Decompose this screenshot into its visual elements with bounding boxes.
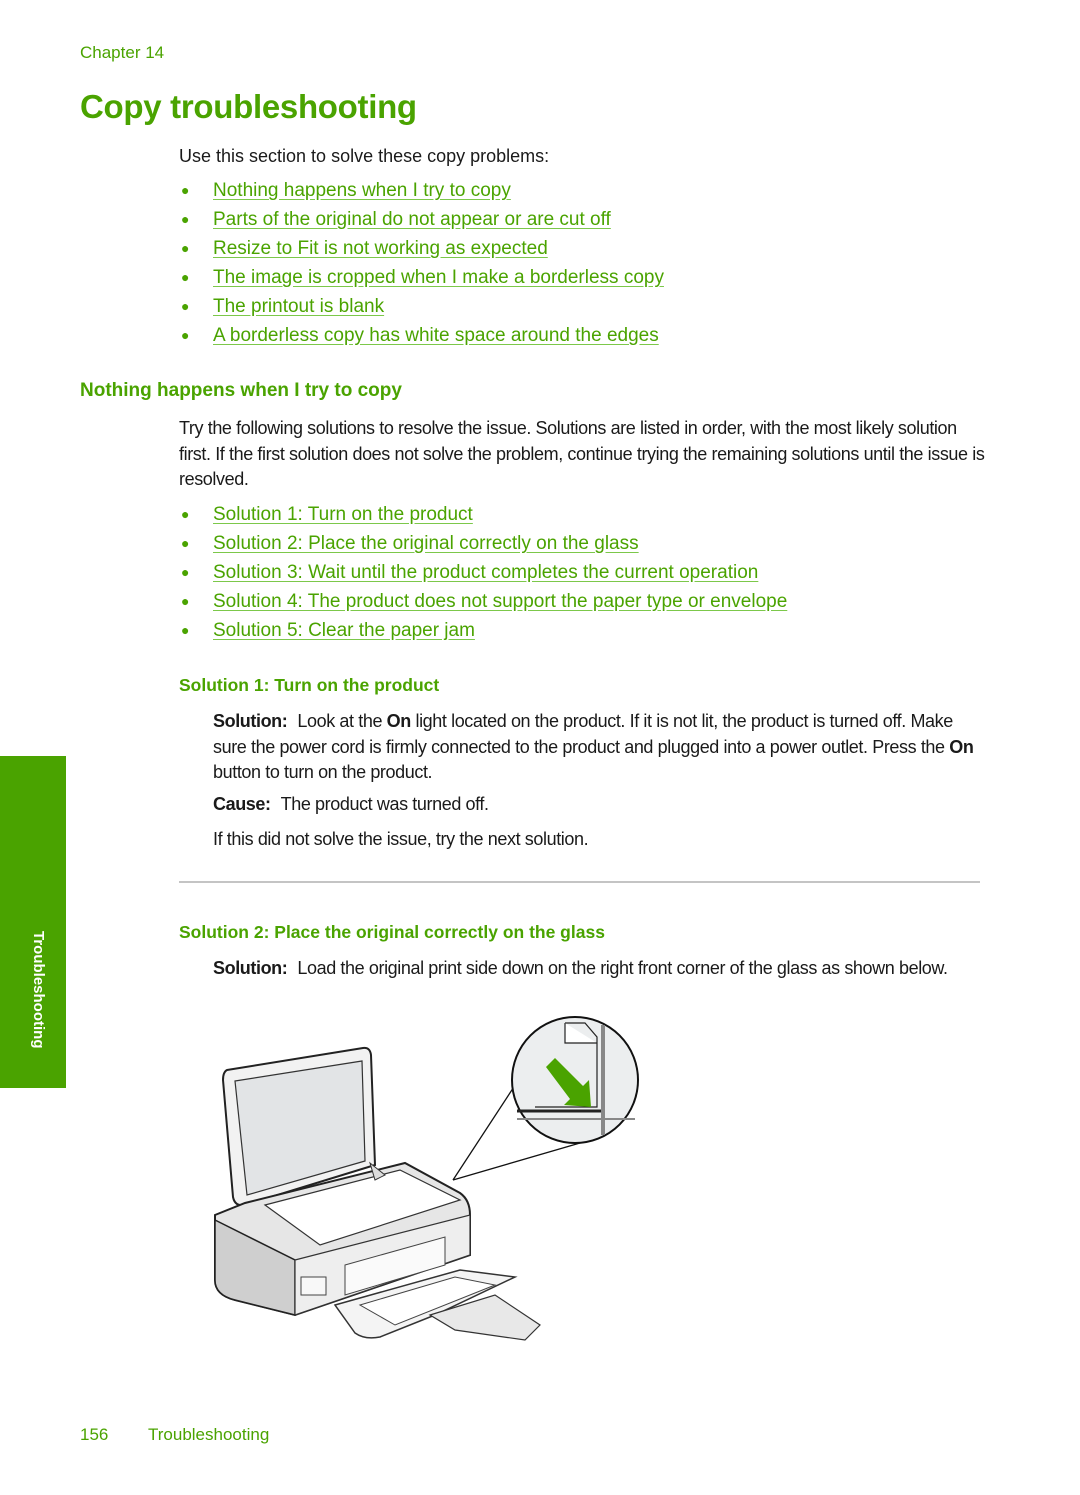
solution-link[interactable]: Solution 1: Turn on the product — [213, 504, 473, 525]
solution2-text: Solution: Load the original print side do… — [213, 956, 988, 982]
list-item: ● Solution 1: Turn on the product — [179, 500, 787, 529]
topic-link[interactable]: Parts of the original do not appear or a… — [213, 209, 611, 230]
cause-text: The product was turned off. — [280, 794, 489, 814]
list-item: ● A borderless copy has white space aroun… — [179, 321, 664, 350]
solution2-heading: Solution 2: Place the original correctly… — [179, 922, 605, 942]
topic-link[interactable]: Resize to Fit is not working as expected — [213, 238, 548, 259]
solution1-text: Solution: Look at the On light located on… — [213, 709, 988, 786]
side-tab-label: Troubleshooting — [30, 931, 47, 1049]
page-title: Copy troubleshooting — [80, 88, 417, 125]
bullet-icon: ● — [181, 535, 190, 551]
side-tab: Troubleshooting — [0, 756, 66, 1088]
on-keyword: On — [949, 736, 974, 757]
bullet-icon: ● — [181, 240, 190, 256]
cause-label: Cause: — [213, 794, 271, 814]
list-item: ● Solution 5: Clear the paper jam — [179, 616, 787, 645]
topic-link[interactable]: A borderless copy has white space around… — [213, 325, 659, 346]
solution-text: Look at the — [297, 711, 387, 731]
topic-link[interactable]: The printout is blank — [213, 296, 384, 317]
printer-illustration — [205, 1015, 645, 1345]
list-item: ● The image is cropped when I make a bord… — [179, 263, 664, 292]
list-item: ● The printout is blank — [179, 292, 664, 321]
solution-link[interactable]: Solution 4: The product does not support… — [213, 591, 787, 612]
section-heading: Nothing happens when I try to copy — [80, 380, 402, 401]
solution-label: Solution: — [213, 958, 288, 978]
intro-text: Use this section to solve these copy pro… — [179, 146, 550, 166]
solution-link[interactable]: Solution 2: Place the original correctly… — [213, 533, 639, 554]
section-divider — [179, 881, 980, 883]
list-item: ● Solution 4: The product does not suppor… — [179, 587, 787, 616]
bullet-icon: ● — [181, 506, 190, 522]
bullet-icon: ● — [181, 327, 190, 343]
bullet-icon: ● — [181, 622, 190, 638]
page-number: 156 — [80, 1425, 109, 1444]
solution-text: button to turn on the product. — [213, 762, 433, 782]
solution-link[interactable]: Solution 3: Wait until the product compl… — [213, 562, 758, 583]
bullet-icon: ● — [181, 182, 190, 198]
list-item: ● Solution 2: Place the original correctl… — [179, 529, 787, 558]
topic-links-list: ● Nothing happens when I try to copy ● Par… — [179, 176, 664, 350]
list-item: ● Resize to Fit is not working as expecte… — [179, 234, 664, 263]
topic-link[interactable]: Nothing happens when I try to copy — [213, 180, 511, 201]
next-solution-note: If this did not solve the issue, try the… — [213, 829, 589, 849]
solution-text: Load the original print side down on the… — [297, 958, 948, 978]
solution-label: Solution: — [213, 711, 288, 731]
solution-link[interactable]: Solution 5: Clear the paper jam — [213, 620, 475, 641]
magnifier-callout — [511, 1016, 639, 1144]
footer-section: Troubleshooting — [148, 1425, 270, 1444]
solution1-cause: Cause: The product was turned off. — [213, 794, 489, 815]
topic-link[interactable]: The image is cropped when I make a borde… — [213, 267, 664, 288]
solution-links-list: ● Solution 1: Turn on the product ● Soluti… — [179, 500, 787, 645]
bullet-icon: ● — [181, 298, 190, 314]
on-keyword: On — [386, 711, 412, 731]
chapter-label: Chapter 14 — [80, 43, 165, 62]
bullet-icon: ● — [181, 269, 190, 285]
list-item: ● Parts of the original do not appear or … — [179, 205, 664, 234]
solution1-heading: Solution 1: Turn on the product — [179, 675, 440, 695]
bullet-icon: ● — [181, 593, 190, 609]
list-item: ● Nothing happens when I try to copy — [179, 176, 664, 205]
bullet-icon: ● — [181, 564, 190, 580]
section-intro: Try the following solutions to resolve t… — [179, 418, 985, 489]
bullet-icon: ● — [181, 211, 190, 227]
list-item: ● Solution 3: Wait until the product comp… — [179, 558, 787, 587]
